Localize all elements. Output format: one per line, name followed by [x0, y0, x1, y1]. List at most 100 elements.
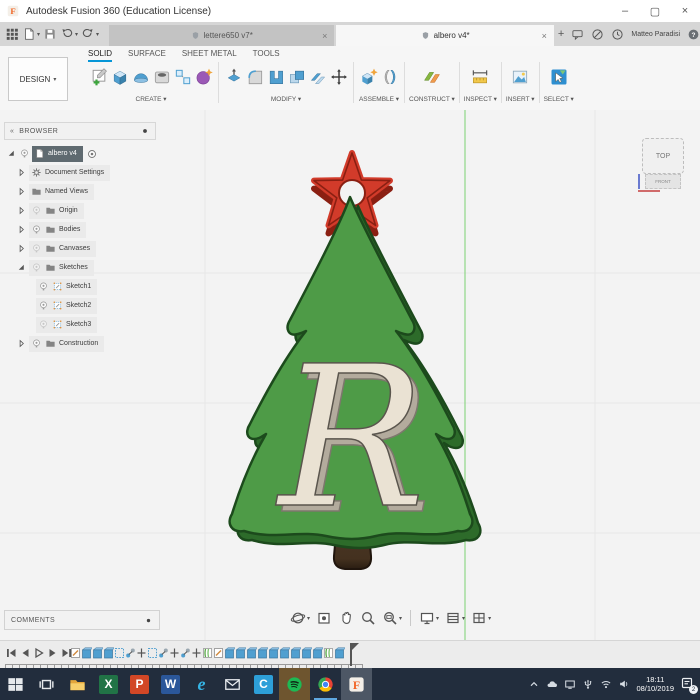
grid-settings-button[interactable]: ▾	[442, 610, 468, 626]
taskbar-start[interactable]	[0, 668, 31, 700]
hole-button[interactable]	[151, 63, 172, 91]
timeline-feature-extrude-20[interactable]	[290, 645, 301, 661]
redo-button[interactable]: ▾	[81, 27, 99, 41]
taskbar-spotify[interactable]	[279, 668, 310, 700]
maximize-button[interactable]: ▢	[640, 0, 670, 22]
expand-arrow-icon[interactable]	[16, 338, 27, 349]
timeline-feature-sketch-13[interactable]	[213, 645, 224, 661]
measure-button[interactable]	[470, 63, 491, 91]
timeline-feature-form-23[interactable]	[323, 645, 334, 661]
volume-icon[interactable]	[618, 678, 630, 690]
taskbar-excel[interactable]: X	[93, 668, 124, 700]
timeline-feature-extrude-17[interactable]	[257, 645, 268, 661]
joint-button[interactable]	[379, 63, 400, 91]
taskbar-chrome[interactable]	[310, 668, 341, 700]
taskbar-mail[interactable]	[217, 668, 248, 700]
skip-start-button[interactable]	[5, 646, 17, 665]
taskbar-c-app[interactable]: C	[248, 668, 279, 700]
viewcube-front-face[interactable]: FRONT	[645, 174, 681, 189]
timeline-feature-move-9[interactable]	[169, 645, 180, 661]
browser-item-origin[interactable]: Origin	[4, 201, 156, 220]
viewports-button[interactable]: ▾	[468, 610, 494, 626]
timeline-feature-extrude-22[interactable]	[312, 645, 323, 661]
comment-icon[interactable]	[571, 28, 584, 41]
timeline-feature-extrude-16[interactable]	[246, 645, 257, 661]
new-component-button[interactable]	[358, 63, 379, 91]
visibility-eye-icon[interactable]	[31, 338, 42, 349]
visibility-eye-icon[interactable]	[31, 224, 42, 235]
new-tab-button[interactable]: +	[558, 28, 564, 40]
browser-item-sketches[interactable]: Sketches	[4, 258, 156, 277]
visibility-eye-icon[interactable]	[38, 319, 49, 330]
timeline-feature-extrude-18[interactable]	[268, 645, 279, 661]
ribbon-tab-sheet-metal[interactable]: SHEET METAL	[182, 49, 237, 62]
timeline-feature-move-6[interactable]	[136, 645, 147, 661]
timeline-feature-pattern-7[interactable]	[147, 645, 158, 661]
timeline-playhead[interactable]	[350, 643, 358, 667]
extrude-button[interactable]	[109, 63, 130, 91]
close-button[interactable]: ×	[670, 0, 700, 22]
taskbar-task-view[interactable]	[31, 668, 62, 700]
pan-button[interactable]	[335, 610, 357, 626]
taskbar-file-explorer[interactable]	[62, 668, 93, 700]
activate-component-radio[interactable]	[86, 148, 98, 160]
viewcube-top-face[interactable]: TOP	[642, 138, 684, 174]
timeline-feature-sketch-0[interactable]	[70, 645, 81, 661]
browser-item-sketch3[interactable]: Sketch3	[4, 315, 156, 334]
undo-button[interactable]: ▾	[60, 27, 78, 41]
taskbar-word[interactable]: W	[155, 668, 186, 700]
browser-item-document-settings[interactable]: Document Settings	[4, 163, 156, 182]
browser-item-named-views[interactable]: Named Views	[4, 182, 156, 201]
timeline-feature-extrude-15[interactable]	[235, 645, 246, 661]
timeline-feature-joint-8[interactable]	[158, 645, 169, 661]
action-center-icon[interactable]: 2	[680, 676, 696, 692]
taskbar-internet-explorer[interactable]: e	[186, 668, 217, 700]
screen-icon[interactable]	[564, 678, 576, 690]
combine-button[interactable]	[286, 63, 307, 91]
browser-item-albero-v4[interactable]: albero v4	[4, 144, 156, 163]
taskbar-powerpoint[interactable]: P	[124, 668, 155, 700]
ribbon-tab-surface[interactable]: SURFACE	[128, 49, 166, 62]
select-button[interactable]	[548, 63, 569, 91]
grid-menu-button[interactable]	[5, 27, 19, 41]
fillet-button[interactable]	[244, 63, 265, 91]
letter-r-body[interactable]: R R	[276, 324, 432, 557]
expand-arrow-icon[interactable]	[16, 205, 27, 216]
group-label-construct[interactable]: CONSTRUCT ▾	[409, 95, 455, 103]
notification-clock-icon[interactable]	[611, 28, 624, 41]
look-at-button[interactable]	[313, 610, 335, 626]
group-label-insert[interactable]: INSERT ▾	[506, 95, 535, 103]
collapse-panel-icon[interactable]: «	[10, 128, 14, 135]
browser-item-sketch1[interactable]: Sketch1	[4, 277, 156, 296]
timeline-feature-pattern-4[interactable]	[114, 645, 125, 661]
expand-arrow-icon[interactable]	[16, 224, 27, 235]
viewport-canvas[interactable]: R R « BROWSER albero v4 Document Setting…	[0, 110, 700, 640]
browser-item-construction[interactable]: Construction	[4, 334, 156, 353]
timeline-feature-extrude-21[interactable]	[301, 645, 312, 661]
ribbon-tab-solid[interactable]: SOLID	[88, 49, 112, 62]
group-label-modify[interactable]: MODIFY ▾	[271, 95, 301, 103]
group-label-create[interactable]: CREATE ▾	[136, 95, 167, 103]
pattern-button[interactable]	[172, 63, 193, 91]
timeline-feature-joint-5[interactable]	[125, 645, 136, 661]
wifi-icon[interactable]	[600, 678, 612, 690]
visibility-eye-icon[interactable]	[38, 300, 49, 311]
document-tab-lettere650[interactable]: lettere650 v7* ×	[109, 25, 334, 46]
step-back-button[interactable]	[19, 646, 31, 665]
display-settings-button[interactable]: ▾	[416, 610, 442, 626]
expand-arrow-icon[interactable]	[16, 186, 27, 197]
visibility-eye-icon[interactable]	[19, 148, 30, 159]
job-status-icon[interactable]	[591, 28, 604, 41]
visibility-eye-icon[interactable]	[31, 243, 42, 254]
taskbar-fusion-360[interactable]	[341, 668, 372, 700]
step-forward-button[interactable]	[47, 646, 59, 665]
panel-options-icon[interactable]	[140, 126, 150, 136]
expand-arrow-icon[interactable]	[16, 243, 27, 254]
browser-item-canvases[interactable]: Canvases	[4, 239, 156, 258]
design-workspace-dropdown[interactable]: DESIGN ▾	[8, 57, 68, 101]
press-pull-button[interactable]	[223, 63, 244, 91]
chevron-up-icon[interactable]	[528, 678, 540, 690]
help-icon[interactable]	[687, 28, 700, 41]
save-button[interactable]	[43, 27, 57, 41]
cloud-icon[interactable]	[546, 678, 558, 690]
